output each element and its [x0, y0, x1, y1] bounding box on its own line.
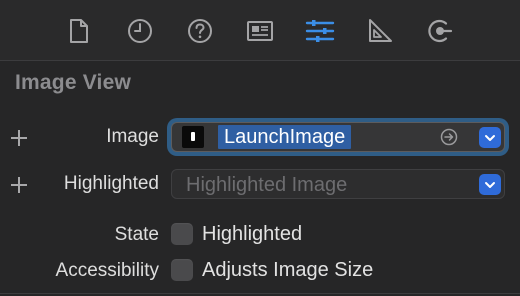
inspector-toolbar — [0, 0, 520, 60]
chevron-down-icon — [485, 181, 495, 188]
attributes-icon — [305, 20, 335, 42]
file-icon — [70, 19, 88, 43]
highlighted-dropdown-button[interactable] — [479, 174, 501, 195]
image-thumbnail — [182, 126, 204, 148]
highlighted-checkbox-label[interactable]: Highlighted — [202, 223, 302, 246]
quick-help-button[interactable] — [185, 16, 215, 46]
connections-icon — [428, 19, 453, 43]
accessibility-label: Accessibility — [55, 260, 159, 281]
go-to-asset-icon[interactable] — [440, 128, 458, 146]
attributes-inspector-button[interactable] — [305, 16, 335, 46]
image-dropdown-button[interactable] — [479, 127, 501, 148]
connections-inspector-button[interactable] — [425, 16, 455, 46]
state-label: State — [114, 224, 159, 245]
file-inspector-button[interactable] — [64, 16, 94, 46]
highlighted-checkbox[interactable] — [171, 223, 193, 245]
toolbar-divider — [0, 60, 520, 61]
adjusts-image-size-checkbox[interactable] — [171, 259, 193, 281]
history-icon — [128, 19, 152, 43]
history-inspector-button[interactable] — [125, 16, 155, 46]
identity-inspector-button[interactable] — [245, 16, 275, 46]
section-divider — [0, 293, 520, 294]
adjusts-image-size-label[interactable]: Adjusts Image Size — [202, 259, 373, 282]
image-value[interactable]: LaunchImage — [218, 125, 352, 149]
image-combo-box[interactable]: LaunchImage — [171, 122, 505, 152]
highlighted-label: Highlighted — [63, 173, 159, 194]
help-icon — [188, 19, 212, 43]
image-label: Image — [106, 126, 159, 147]
highlighted-image-placeholder: Highlighted Image — [186, 174, 348, 196]
highlighted-image-combo-box[interactable]: Highlighted Image — [171, 169, 505, 199]
add-variation-highlighted-button[interactable] — [10, 176, 28, 194]
add-variation-image-button[interactable] — [10, 129, 28, 147]
chevron-down-icon — [485, 134, 495, 141]
size-icon — [369, 19, 392, 42]
section-title: Image View — [15, 71, 132, 94]
identity-icon — [247, 21, 273, 41]
size-inspector-button[interactable] — [365, 16, 395, 46]
